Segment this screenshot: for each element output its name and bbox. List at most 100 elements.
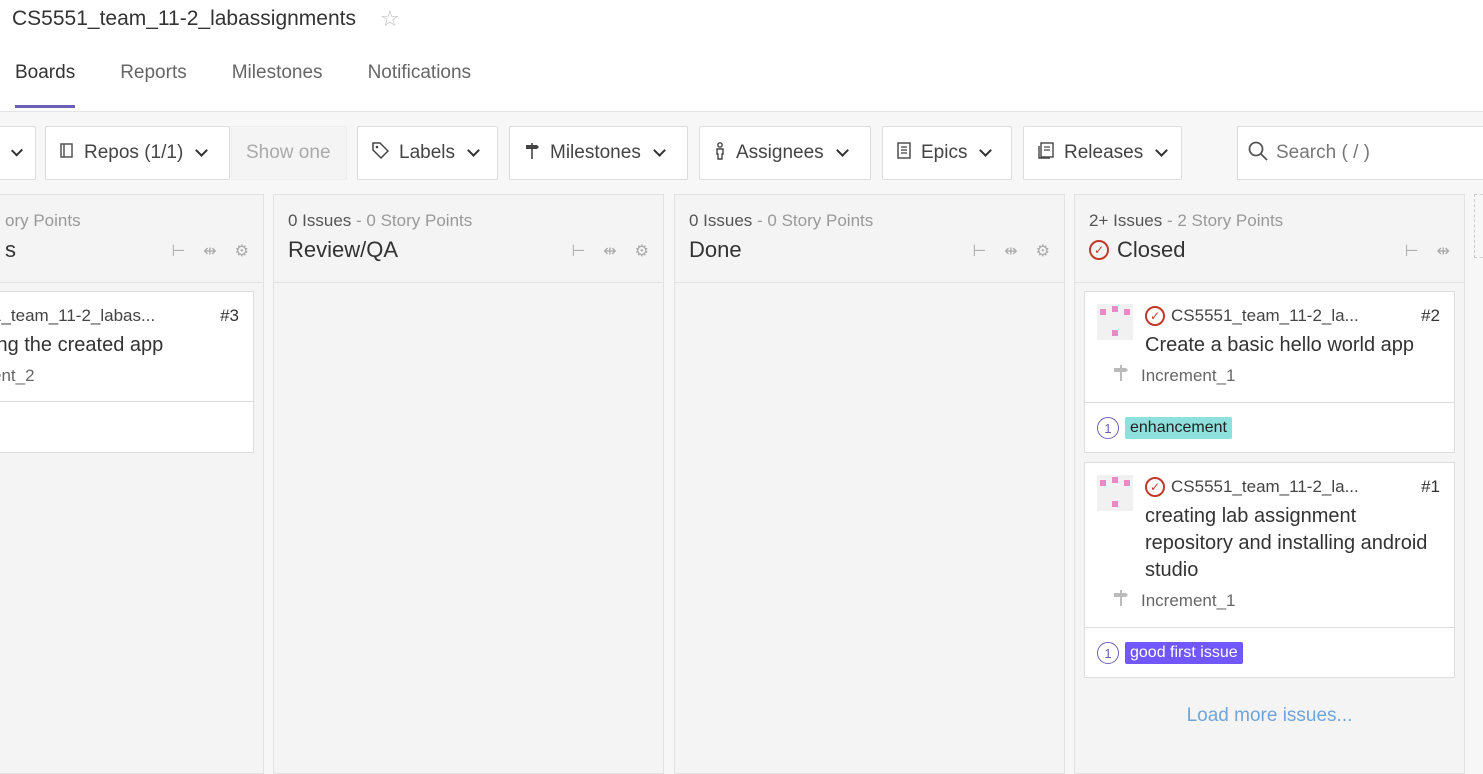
repo-title: CS5551_team_11-2_labassignments ☆ <box>12 6 400 32</box>
milestone-icon <box>1113 364 1129 387</box>
split-icon[interactable]: ⇹ <box>203 241 216 261</box>
labels-filter-label: Labels <box>399 142 455 163</box>
collapse-icon[interactable]: ⊢ <box>972 241 986 261</box>
column-header: 0 Issues - 0 Story Points Done ⊢ ⇹ ⚙ <box>675 195 1064 283</box>
star-icon[interactable]: ☆ <box>380 6 400 32</box>
chevron-down-icon <box>467 144 480 157</box>
chevron-down-icon <box>652 144 666 157</box>
estimate-badge[interactable]: 1 <box>1097 417 1119 439</box>
nav-tabs: Boards Reports Milestones Notifications <box>15 62 471 108</box>
milestone-icon <box>524 142 540 165</box>
issue-labels: 1 enhancement <box>1085 403 1454 453</box>
issue-title[interactable]: ing the created app <box>0 332 239 359</box>
column-meta: 0 Issues - 0 Story Points <box>689 211 1050 231</box>
board-header: CS5551_team_11-2_labassignments ☆ Boards… <box>0 0 1483 112</box>
labels-filter-button[interactable]: Labels <box>357 126 498 180</box>
issue-labels: 1 good first issue <box>1085 628 1454 678</box>
assignees-filter-button[interactable]: Assignees <box>699 126 871 180</box>
issue-card[interactable]: 1_team_11-2_labas... #3 ing the created … <box>0 291 254 453</box>
collapse-icon[interactable]: ⊢ <box>1405 241 1419 261</box>
column-title-text: Closed <box>1117 237 1186 262</box>
repo-icon <box>60 142 74 164</box>
closed-issue-icon: ✓ <box>1089 240 1109 260</box>
filter-toolbar: Repos (1/1) Show one Labels Milestones A… <box>0 112 1483 194</box>
issue-repo[interactable]: ✓ CS5551_team_11-2_la... <box>1145 306 1359 326</box>
issue-repo[interactable]: 1_team_11-2_labas... <box>0 306 155 326</box>
column-actions: ⊢ ⇹ ⚙ <box>171 241 249 261</box>
chevron-down-icon <box>835 144 849 157</box>
gear-icon[interactable]: ⚙ <box>635 241 649 261</box>
issue-title[interactable]: creating lab assignment repository and i… <box>1145 503 1440 584</box>
issue-count: 0 Issues <box>689 211 753 230</box>
issue-milestone[interactable]: ent_2 <box>0 366 35 386</box>
avatar <box>1097 475 1133 511</box>
column-done: 0 Issues - 0 Story Points Done ⊢ ⇹ ⚙ <box>674 194 1065 774</box>
gear-icon[interactable]: ⚙ <box>1036 241 1050 261</box>
person-icon <box>714 141 726 165</box>
issue-repo-text: CS5551_team_11-2_la... <box>1171 306 1359 325</box>
load-more-link[interactable]: Load more issues... <box>1075 705 1464 727</box>
column-meta: ory Points <box>5 211 81 230</box>
column-actions: ⊢ ⇹ <box>1405 241 1450 261</box>
collapse-icon[interactable]: ⊢ <box>571 241 585 261</box>
chevron-down-icon <box>195 144 209 157</box>
issue-repo[interactable]: ✓ CS5551_team_11-2_la... <box>1145 477 1359 497</box>
column-closed: 2+ Issues - 2 Story Points ✓ Closed ⊢ ⇹ … <box>1074 194 1465 774</box>
column-meta: 0 Issues - 0 Story Points <box>288 211 649 231</box>
milestones-filter-button[interactable]: Milestones <box>509 126 688 180</box>
gear-icon[interactable]: ⚙ <box>235 241 249 261</box>
estimate-badge[interactable]: 1 <box>1097 642 1119 664</box>
chevron-down-icon <box>979 144 993 157</box>
avatar <box>1097 304 1133 340</box>
chevron-down-icon <box>1155 144 1169 157</box>
issue-card-body: 1_team_11-2_labas... #3 ing the created … <box>0 292 253 402</box>
releases-filter-button[interactable]: Releases <box>1023 126 1182 180</box>
search-input[interactable] <box>1276 142 1476 164</box>
repos-filter-label: Repos (1/1) <box>84 142 184 163</box>
assignees-filter-label: Assignees <box>736 142 824 163</box>
search-box <box>1237 126 1483 180</box>
milestone-text: Increment_1 <box>1141 365 1236 385</box>
column-header: ory Points s ⊢ ⇹ ⚙ <box>0 195 263 283</box>
label-enhancement[interactable]: enhancement <box>1125 417 1232 439</box>
issue-card[interactable]: ✓ CS5551_team_11-2_la... #1 creating lab… <box>1084 462 1455 678</box>
search-icon <box>1248 141 1268 166</box>
tab-boards[interactable]: Boards <box>15 62 76 108</box>
column-header: 2+ Issues - 2 Story Points ✓ Closed ⊢ ⇹ <box>1075 195 1464 283</box>
show-one-button[interactable]: Show one <box>231 126 347 180</box>
issue-title[interactable]: Create a basic hello world app <box>1145 332 1440 359</box>
story-points: - 0 Story Points <box>752 211 874 230</box>
milestones-filter-label: Milestones <box>550 142 641 163</box>
tab-milestones[interactable]: Milestones <box>232 62 323 108</box>
issue-number: #3 <box>220 306 239 325</box>
board: ory Points s ⊢ ⇹ ⚙ 1_team_11-2_labas... … <box>0 194 1483 774</box>
story-points: - 0 Story Points <box>351 211 473 230</box>
partial-filter-button[interactable] <box>0 126 36 180</box>
milestone-text: Increment_1 <box>1141 590 1236 610</box>
issue-count: 0 Issues <box>288 211 352 230</box>
split-icon[interactable]: ⇹ <box>1437 241 1450 261</box>
label-good-first-issue[interactable]: good first issue <box>1125 642 1243 664</box>
epics-filter-button[interactable]: Epics <box>882 126 1012 180</box>
issue-milestone[interactable]: Increment_1 <box>1113 364 1236 387</box>
issue-card-body: ✓ CS5551_team_11-2_la... #2 Create a bas… <box>1085 292 1454 403</box>
milestone-icon <box>1113 589 1129 612</box>
story-points: - 2 Story Points <box>1162 211 1284 230</box>
issue-number: #1 <box>1421 477 1440 496</box>
collapse-icon[interactable]: ⊢ <box>171 241 185 261</box>
split-icon[interactable]: ⇹ <box>1004 241 1017 261</box>
column-review-qa: 0 Issues - 0 Story Points Review/QA ⊢ ⇹ … <box>273 194 664 774</box>
releases-filter-label: Releases <box>1064 142 1144 163</box>
split-icon[interactable]: ⇹ <box>603 241 616 261</box>
issue-number: #2 <box>1421 306 1440 325</box>
issue-card-body: ✓ CS5551_team_11-2_la... #1 creating lab… <box>1085 463 1454 628</box>
closed-issue-icon: ✓ <box>1145 477 1165 497</box>
repos-filter-button[interactable]: Repos (1/1) <box>45 126 230 180</box>
issue-milestone[interactable]: Increment_1 <box>1113 589 1236 612</box>
column-partial: ory Points s ⊢ ⇹ ⚙ 1_team_11-2_labas... … <box>0 194 264 774</box>
issue-card[interactable]: ✓ CS5551_team_11-2_la... #2 Create a bas… <box>1084 291 1455 453</box>
add-column-placeholder[interactable] <box>1474 194 1483 258</box>
tab-notifications[interactable]: Notifications <box>368 62 472 108</box>
issue-repo-text: CS5551_team_11-2_la... <box>1171 477 1359 496</box>
tab-reports[interactable]: Reports <box>120 62 187 108</box>
